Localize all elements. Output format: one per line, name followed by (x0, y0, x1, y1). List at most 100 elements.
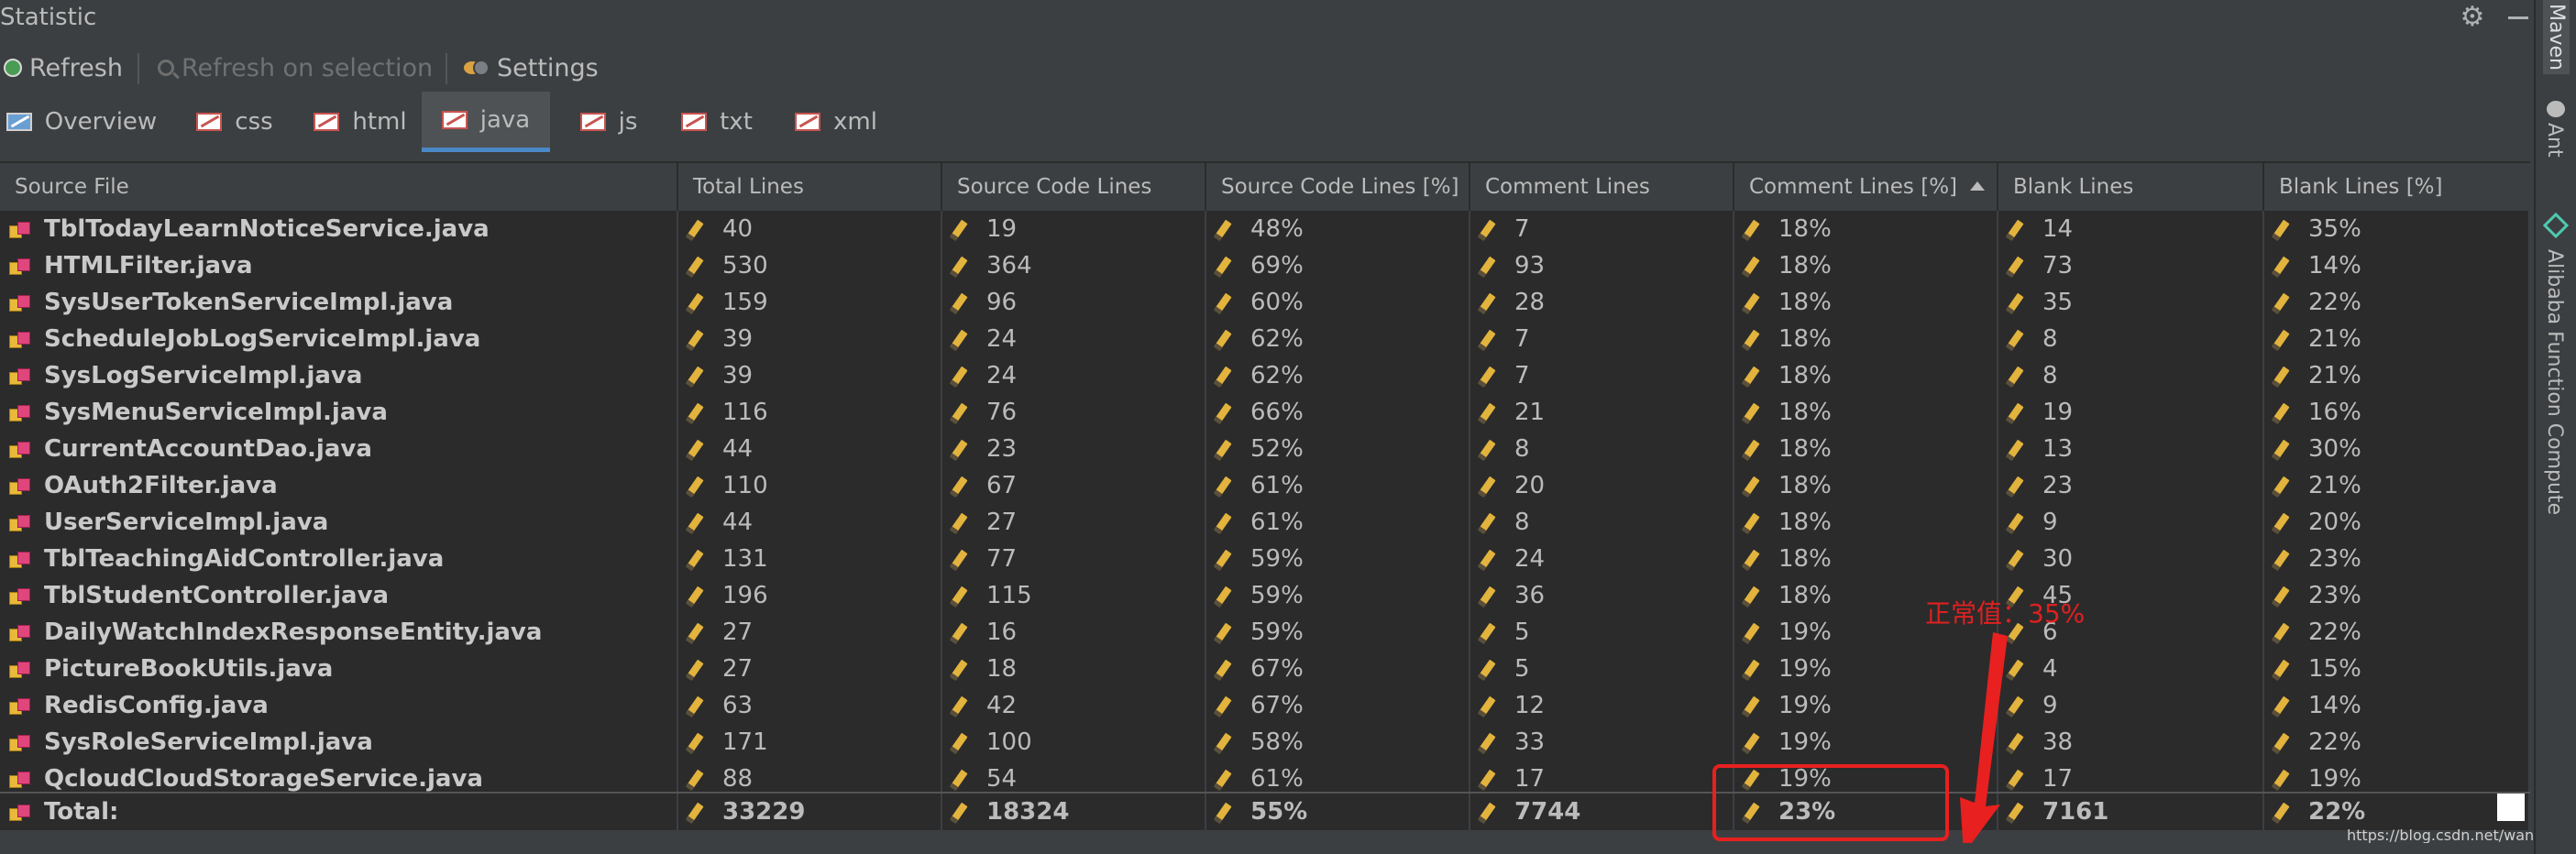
table-cell: 14% (2264, 247, 2530, 284)
table-row[interactable]: TblStudentController.java 196 115 59% 36 18% 4… (0, 577, 2530, 614)
cell-value: 18% (1778, 545, 1832, 573)
source-file-cell: SysLogServiceImpl.java (0, 357, 678, 394)
pencil-icon (1742, 512, 1760, 534)
table-row[interactable]: CurrentAccountDao.java 44 23 52% 8 18% 13 30% (0, 431, 2530, 467)
cell-value: 62% (1250, 362, 1304, 389)
cell-value: SysRoleServiceImpl.java (44, 728, 373, 756)
table-row[interactable]: SysMenuServiceImpl.java 116 76 66% 21 18% 19 16… (0, 394, 2530, 431)
pencil-icon (1214, 549, 1232, 571)
table-cell: 77 (942, 541, 1206, 577)
pencil-icon (2272, 366, 2290, 388)
column-header[interactable]: Blank Lines [%] (2264, 163, 2530, 211)
column-header[interactable]: Total Lines (678, 163, 942, 211)
pencil-icon (950, 695, 968, 717)
table-cell: 96 (942, 284, 1206, 321)
table-cell: 23% (2264, 541, 2530, 577)
table-cell: 76 (942, 394, 1206, 431)
cell-value: 7 (1514, 325, 1530, 353)
table-row[interactable]: SysUserTokenServiceImpl.java 159 96 60% 28 18… (0, 284, 2530, 321)
table-row[interactable]: DailyWatchIndexResponseEntity.java 27 16 59… (0, 614, 2530, 651)
cell-value: 18324 (986, 798, 1070, 826)
column-header[interactable]: Comment Lines (1470, 163, 1734, 211)
pencil-icon (2272, 659, 2290, 681)
pencil-icon (1478, 769, 1496, 791)
pencil-icon (1742, 586, 1760, 608)
table-cell: 21% (2264, 467, 2530, 504)
maven-panel-button[interactable]: Maven (2543, 0, 2570, 74)
table-row[interactable]: ScheduleJobLogServiceImpl.java 39 24 62% 7 18… (0, 321, 2530, 357)
table-row[interactable]: SysRoleServiceImpl.java 171 100 58% 33 19% 38 2… (0, 724, 2530, 761)
refresh-on-selection-button[interactable]: Refresh on selection (158, 48, 433, 88)
refresh-label: Refresh (29, 53, 123, 82)
pencil-icon (1214, 586, 1232, 608)
gear-icon[interactable]: ⚙ (2457, 2, 2488, 33)
cell-value: 17 (2042, 765, 2074, 793)
column-header[interactable]: Comment Lines [%] (1734, 163, 1998, 211)
total-cell: 22% (2264, 794, 2530, 830)
file-type-icon (9, 222, 30, 238)
column-header[interactable]: Source Code Lines (942, 163, 1206, 211)
table-cell: 8 (1470, 504, 1734, 541)
pencil-icon (1214, 256, 1232, 278)
cell-value: 59% (1250, 582, 1304, 609)
cell-value: 22% (2308, 619, 2361, 646)
ant-panel-button[interactable]: Ant (2543, 123, 2566, 158)
table-row[interactable]: HTMLFilter.java 530 364 69% 93 18% 73 14% (0, 247, 2530, 284)
cell-value: TblTodayLearnNoticeService.java (44, 215, 490, 243)
cell-value: DailyWatchIndexResponseEntity.java (44, 619, 543, 646)
table-row[interactable]: UserServiceImpl.java 44 27 61% 8 18% 9 20% (0, 504, 2530, 541)
table-cell: 63 (678, 687, 942, 724)
statistic-titlebar: Statistic ⚙ (0, 0, 2534, 38)
pencil-icon (1478, 549, 1496, 571)
table-row[interactable]: RedisConfig.java 63 42 67% 12 19% 9 14% (0, 687, 2530, 724)
cell-value: 16 (986, 619, 1018, 646)
table-cell: 30% (2264, 431, 2530, 467)
pencil-icon (1214, 219, 1232, 241)
refresh-button[interactable]: Refresh (4, 48, 123, 88)
column-header[interactable]: Source File (0, 163, 678, 211)
pencil-icon (2272, 695, 2290, 717)
pencil-icon (686, 659, 704, 681)
table-row[interactable]: OAuth2Filter.java 110 67 61% 20 18% 23 21% (0, 467, 2530, 504)
tab-java[interactable]: java (422, 92, 550, 152)
table-row[interactable]: PictureBookUtils.java 27 18 67% 5 19% 4 15% (0, 651, 2530, 687)
cell-value: 24 (986, 325, 1018, 353)
pencil-icon (686, 549, 704, 571)
pencil-icon (950, 802, 968, 824)
column-header[interactable]: Blank Lines (1998, 163, 2264, 211)
table-row[interactable]: TblTodayLearnNoticeService.java 40 19 48% 7 1… (0, 211, 2530, 247)
tab-label: html (352, 108, 407, 136)
table-cell: 9 (1998, 687, 2264, 724)
settings-button[interactable]: Settings (464, 48, 599, 88)
pencil-icon (686, 802, 704, 824)
pencil-icon (950, 366, 968, 388)
table-row[interactable]: TblTeachingAidController.java 131 77 59% 24 1… (0, 541, 2530, 577)
chart-icon (196, 113, 223, 131)
pencil-icon (1742, 219, 1760, 241)
cell-value: 171 (722, 728, 768, 756)
table-cell: 23% (2264, 577, 2530, 614)
file-type-icon (9, 662, 30, 678)
tab-js[interactable]: js (561, 92, 656, 152)
tab-html[interactable]: html (303, 92, 418, 152)
table-cell: 59% (1206, 577, 1470, 614)
window-title: Statistic (0, 4, 97, 31)
tab-overview[interactable]: Overview (0, 92, 163, 152)
cell-value: 5 (1514, 655, 1530, 683)
cell-value: 54 (986, 765, 1018, 793)
minimize-icon[interactable] (2504, 2, 2532, 33)
pencil-icon (1478, 329, 1496, 351)
column-header[interactable]: Source Code Lines [%] (1206, 163, 1470, 211)
pencil-icon (1214, 622, 1232, 644)
alibaba-function-compute-button[interactable]: Alibaba Function Compute (2543, 249, 2566, 515)
tab-txt[interactable]: txt (667, 92, 766, 152)
table-row[interactable]: SysLogServiceImpl.java 39 24 62% 7 18% 8 21% (0, 357, 2530, 394)
settings-label: Settings (497, 53, 599, 82)
tab-xml[interactable]: xml (785, 92, 887, 152)
cell-value: 35% (2308, 215, 2361, 243)
pencil-icon (1214, 695, 1232, 717)
tab-css[interactable]: css (182, 92, 288, 152)
table-cell: 67 (942, 467, 1206, 504)
table-cell: 66% (1206, 394, 1470, 431)
cell-value: 530 (722, 252, 768, 279)
